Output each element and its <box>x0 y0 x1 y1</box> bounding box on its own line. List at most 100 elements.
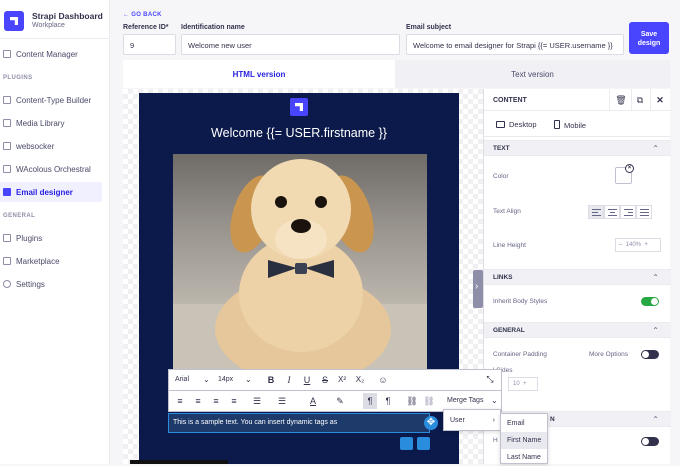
chevron-up-icon: ⌃ <box>652 144 659 153</box>
divider <box>0 38 110 39</box>
sidebar: Strapi Dashboard Workplace Content Manag… <box>0 0 110 464</box>
puppy-image <box>173 159 427 372</box>
panel-collapse-handle[interactable] <box>473 270 483 308</box>
bullet-list-icon[interactable]: ☰ <box>250 395 264 407</box>
sidebar-item-settings[interactable]: Settings <box>0 274 102 294</box>
italic-button[interactable]: I <box>282 374 296 386</box>
divider <box>631 89 632 111</box>
font-family-select[interactable]: Arial <box>175 376 189 383</box>
align-left-icon[interactable]: ≡ <box>173 395 187 407</box>
sidebar-item-wacolous-orchestral[interactable]: WAcolous Orchestral <box>0 159 102 179</box>
chevron-down-icon: ⌄ <box>491 396 498 405</box>
duplicate-block-icon[interactable] <box>417 437 430 450</box>
paragraph-ltr-icon[interactable]: ¶ <box>363 393 377 409</box>
text-align-label: Text Align <box>493 208 521 215</box>
line-height-label: Line Height <box>493 242 526 249</box>
panel-title: CONTENT <box>493 97 527 104</box>
email-logo-icon[interactable] <box>290 98 308 116</box>
sidebar-item-email-designer[interactable]: Email designer <box>0 182 102 202</box>
superscript-button[interactable]: X² <box>335 374 349 386</box>
chevron-down-icon: ⌄ <box>245 375 252 384</box>
padding-stepper[interactable]: 10 + <box>508 377 538 391</box>
line-height-stepper[interactable]: – 140% + <box>615 238 661 252</box>
version-tabs: HTML version Text version <box>123 60 670 88</box>
sidebar-item-websocker[interactable]: websocker <box>0 136 102 156</box>
inherit-body-styles-toggle[interactable] <box>641 297 659 306</box>
chevron-down-icon: ⌄ <box>203 375 210 384</box>
general-group-header[interactable]: GENERAL ⌃ <box>484 322 671 338</box>
sidebar-item-marketplace[interactable]: Marketplace <box>0 251 102 271</box>
move-icon[interactable]: ✥ <box>424 416 438 430</box>
align-justify-button[interactable] <box>636 205 652 219</box>
subject-input[interactable]: Welcome to email designer for Strapi {{=… <box>406 34 624 55</box>
duplicate-icon[interactable]: ⧉ <box>634 94 646 106</box>
container-padding-label: Container Padding <box>493 351 547 358</box>
tab-desktop[interactable]: Desktop <box>496 120 537 129</box>
name-label: Identification name <box>181 24 245 31</box>
underline-button[interactable]: U <box>300 374 314 386</box>
sidebar-item-content-type-builder[interactable]: Content-Type Builder <box>0 90 102 110</box>
puzzle-icon <box>3 188 11 196</box>
plugins-header: PLUGINS <box>3 75 33 81</box>
clear-color-icon[interactable]: × <box>625 164 634 173</box>
text-group-header[interactable]: TEXT ⌃ <box>484 140 671 156</box>
align-center-button[interactable] <box>604 205 620 219</box>
text-block-editor[interactable]: This is a sample text. You can insert dy… <box>168 413 430 433</box>
links-group-header[interactable]: LINKS ⌃ <box>484 269 671 285</box>
properties-panel: CONTENT 🗑 ⧉ ✕ Desktop Mobile TEXT ⌃ Color… <box>483 89 671 464</box>
font-size-select[interactable]: 14px <box>218 376 233 383</box>
more-options-toggle[interactable] <box>641 350 659 359</box>
phone-icon <box>554 120 560 129</box>
align-right-icon[interactable]: ≡ <box>209 395 223 407</box>
sidebar-item-content-manager[interactable]: Content Manager <box>0 44 102 64</box>
expand-icon[interactable]: ⤡ <box>483 373 497 385</box>
email-image[interactable] <box>173 154 427 372</box>
puzzle-icon <box>3 165 11 173</box>
user-submenu: Email First Name Last Name <box>500 413 548 464</box>
close-icon[interactable]: ✕ <box>654 94 666 106</box>
hide-toggle[interactable] <box>641 437 659 446</box>
sidebar-item-media-library[interactable]: Media Library <box>0 113 102 133</box>
more-options-label: More Options <box>589 351 629 358</box>
strikethrough-button[interactable]: S <box>318 374 332 386</box>
align-right-button[interactable] <box>620 205 636 219</box>
unlink-icon[interactable]: ⛓ <box>422 395 436 407</box>
inherit-body-styles-label: Inherit Body Styles <box>493 298 548 305</box>
delete-block-icon[interactable] <box>400 437 413 450</box>
link-icon[interactable]: ⛓ <box>405 395 419 407</box>
highlight-icon[interactable]: ✎ <box>333 395 347 407</box>
hidden-row-label: H <box>493 437 498 444</box>
menu-item-first-name[interactable]: First Name <box>501 432 547 449</box>
menu-item-email[interactable]: Email <box>501 415 547 432</box>
name-input[interactable]: Welcome new user <box>181 34 400 55</box>
chevron-right-icon: › <box>492 417 495 424</box>
tab-text-version[interactable]: Text version <box>395 60 670 88</box>
email-title[interactable]: Welcome {{= USER.firstname }} <box>139 126 459 140</box>
reference-input[interactable]: 9 <box>123 34 176 55</box>
footer-bar <box>130 460 228 464</box>
menu-item-last-name[interactable]: Last Name <box>501 449 547 466</box>
color-label: Color <box>493 173 509 180</box>
numbered-list-icon[interactable]: ☰ <box>275 395 289 407</box>
puzzle-icon <box>3 234 11 242</box>
sidebar-item-plugins[interactable]: Plugins <box>0 228 102 248</box>
text-color-icon[interactable]: A <box>306 395 320 407</box>
menu-item-user[interactable]: User › <box>444 412 500 429</box>
align-left-button[interactable] <box>588 205 604 219</box>
align-center-icon[interactable]: ≡ <box>191 395 205 407</box>
bold-button[interactable]: B <box>264 374 278 386</box>
align-justify-icon[interactable]: ≡ <box>227 395 241 407</box>
device-tabs: Desktop Mobile <box>484 111 671 137</box>
paragraph-rtl-icon[interactable]: ¶ <box>381 395 395 407</box>
save-design-button[interactable]: Save design <box>629 22 669 54</box>
trash-icon[interactable]: 🗑 <box>615 94 627 106</box>
gear-icon <box>3 280 11 288</box>
chevron-up-icon: ⌃ <box>652 273 659 282</box>
go-back-link[interactable]: ← GO BACK <box>123 12 162 18</box>
merge-tags-button[interactable]: Merge Tags <box>447 397 483 404</box>
emoji-icon[interactable]: ☺ <box>376 374 390 386</box>
subscript-button[interactable]: X₂ <box>353 374 367 386</box>
tab-html-version[interactable]: HTML version <box>123 60 395 88</box>
pencil-icon <box>3 50 11 58</box>
tab-mobile[interactable]: Mobile <box>554 120 586 130</box>
